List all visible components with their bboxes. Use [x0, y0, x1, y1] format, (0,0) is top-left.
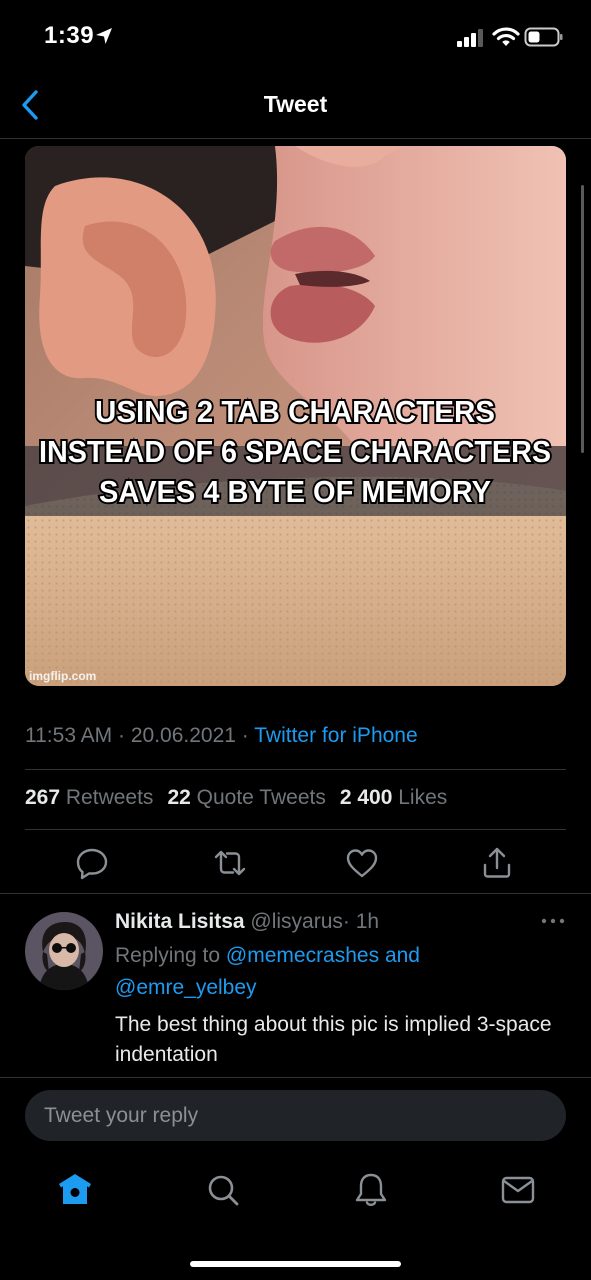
mention-and[interactable]: and	[385, 944, 420, 967]
mention-link[interactable]: @emre_yelbey	[115, 976, 257, 999]
divider	[25, 829, 566, 830]
share-icon[interactable]	[479, 845, 515, 881]
tweet-time: 11:53 AM	[25, 724, 113, 747]
replying-prefix: Replying to	[115, 944, 221, 967]
avatar-photo	[25, 912, 103, 990]
home-icon[interactable]	[55, 1170, 95, 1210]
reply-author-line: Nikita Lisitsa @lisyarus· 1h	[115, 910, 379, 934]
retweets-count: 267	[25, 786, 61, 809]
avatar[interactable]	[25, 912, 103, 990]
reply-icon[interactable]	[74, 845, 110, 881]
like-icon[interactable]	[344, 845, 380, 881]
likes-count: 2 400	[339, 786, 393, 809]
meme-caption-line-2: INSTEAD OF 6 SPACE CHARACTERS	[39, 434, 551, 469]
tweet-source-link[interactable]: Twitter for iPhone	[254, 724, 417, 747]
more-options-icon[interactable]	[540, 916, 566, 926]
meme-caption-line-1: USING 2 TAB CHARACTERS	[95, 394, 495, 429]
retweet-icon[interactable]	[212, 845, 248, 881]
reply-author-name[interactable]: Nikita Lisitsa	[115, 910, 245, 933]
quotes-label: Quote Tweets	[196, 786, 326, 809]
reply-text: The best thing about this pic is implied…	[115, 1013, 552, 1066]
cellular-signal-icon	[457, 29, 483, 47]
tweet-stats: 267 Retweets 22 Quote Tweets 2 400 Likes	[25, 786, 447, 810]
quotes-count: 22	[167, 786, 191, 809]
divider	[0, 893, 591, 894]
retweets-label: Retweets	[65, 786, 154, 809]
status-time: 1:39	[44, 22, 95, 49]
location-arrow-icon	[96, 28, 112, 44]
divider	[0, 1077, 591, 1078]
notifications-icon[interactable]	[351, 1170, 391, 1210]
watermark: imgflip.com	[29, 669, 96, 683]
search-icon[interactable]	[203, 1170, 243, 1210]
battery-icon	[524, 27, 563, 47]
reply-input[interactable]	[25, 1090, 566, 1141]
tweet-date: 20.06.2021	[130, 724, 236, 747]
meme-caption-line-3: SAVES 4 BYTE OF MEMORY	[99, 474, 491, 509]
home-indicator[interactable]	[190, 1261, 401, 1267]
reply-author-handle[interactable]: @lisyarus	[250, 910, 343, 933]
replying-to: Replying to @memecrashes and @emre_yelbe…	[115, 940, 555, 1004]
quote-tweets-stat[interactable]: 22 Quote Tweets	[167, 786, 325, 809]
retweets-stat[interactable]: 267 Retweets	[25, 786, 153, 809]
meme-picture: USING 2 TAB CHARACTERS INSTEAD OF 6 SPAC…	[25, 146, 566, 686]
divider	[25, 769, 566, 770]
page-title: Tweet	[263, 91, 328, 117]
messages-icon[interactable]	[498, 1170, 538, 1210]
meta-separator: ·	[112, 724, 131, 747]
likes-stat[interactable]: 2 400 Likes	[340, 786, 447, 809]
scroll-indicator	[581, 185, 584, 453]
mention-link[interactable]: @memecrashes	[226, 944, 379, 967]
tweet-image[interactable]: USING 2 TAB CHARACTERS INSTEAD OF 6 SPAC…	[25, 146, 566, 686]
likes-label: Likes	[398, 786, 448, 809]
reply-time: · 1h	[342, 910, 380, 933]
meta-separator-2: ·	[235, 724, 255, 747]
wifi-icon	[492, 27, 520, 46]
tweet-meta: 11:53 AM · 20.06.2021 · Twitter for iPho…	[25, 724, 418, 748]
